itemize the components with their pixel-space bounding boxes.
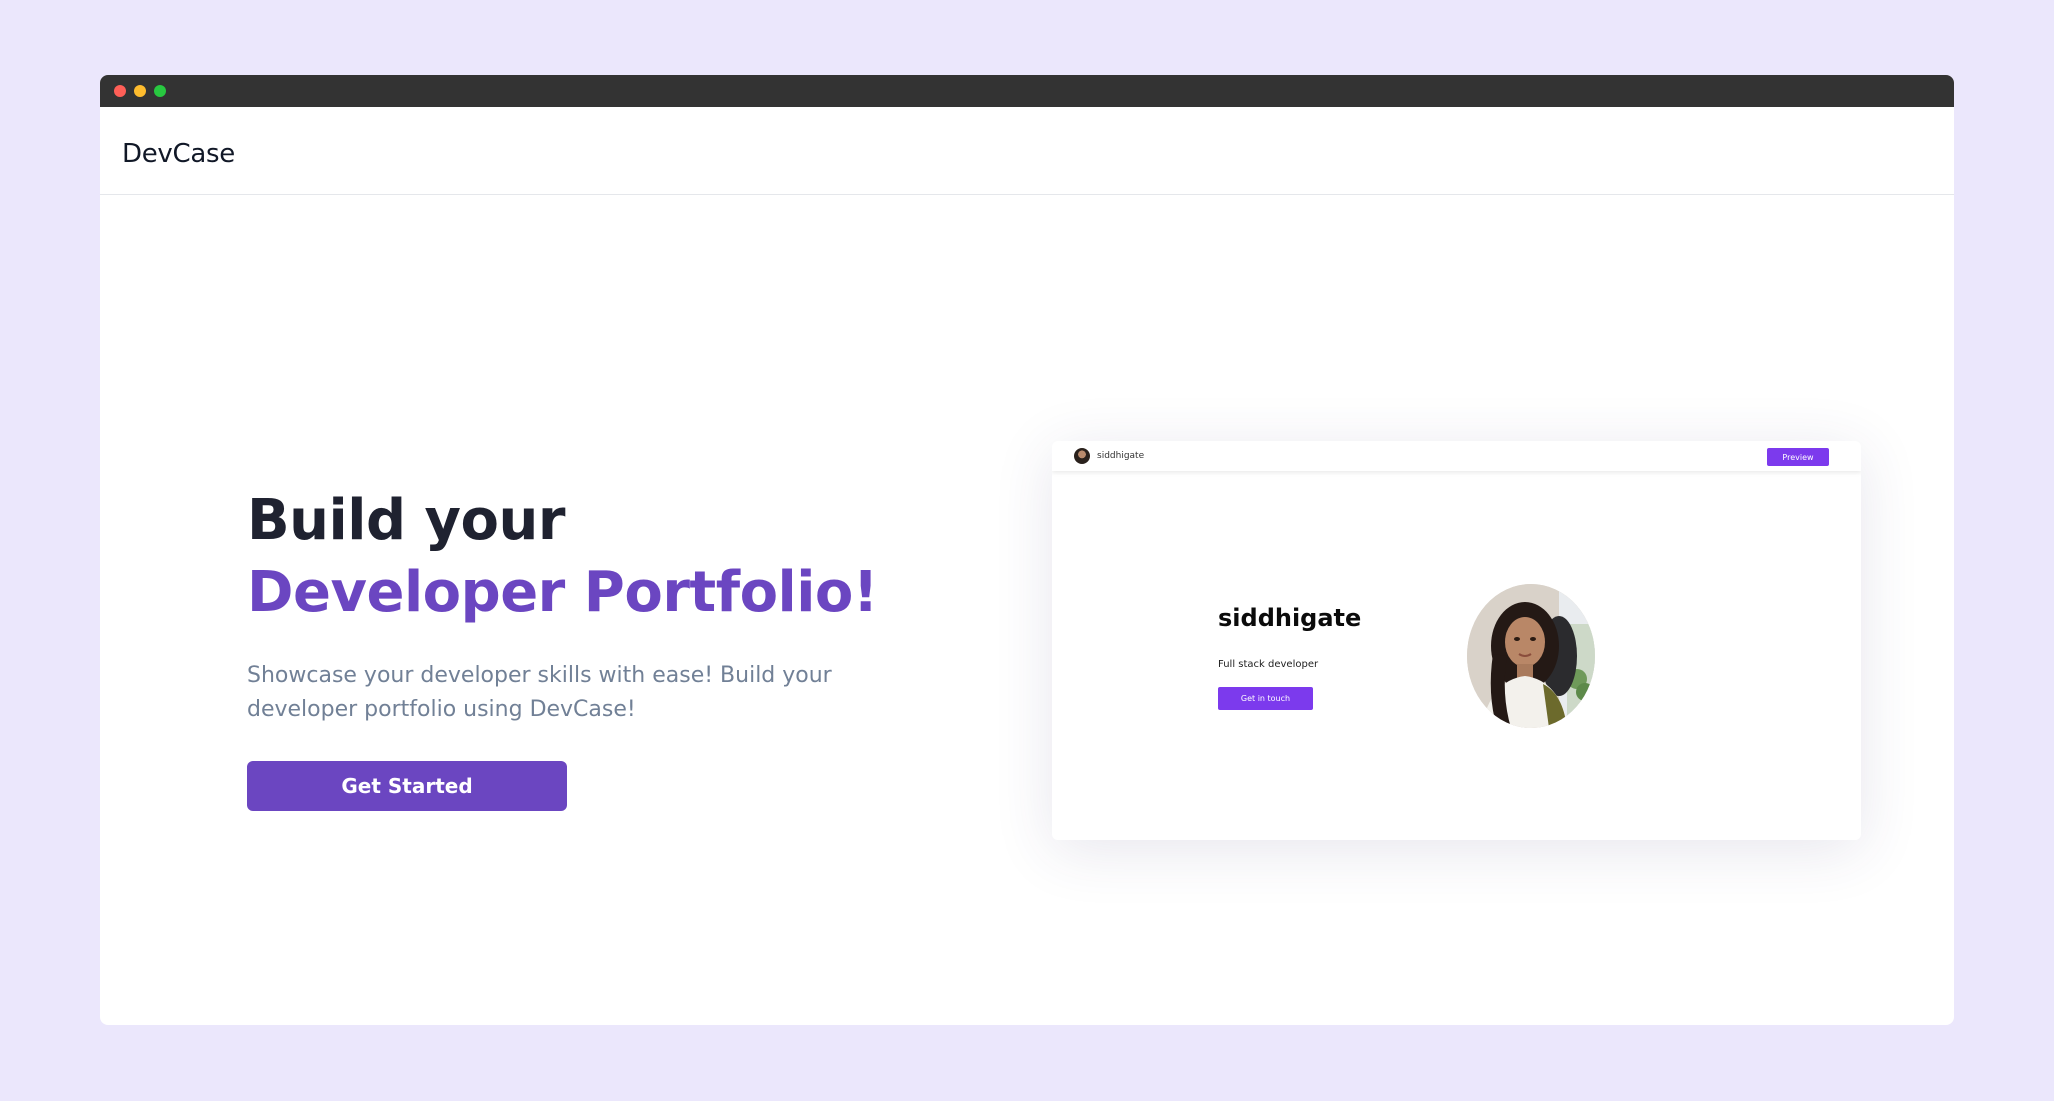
preview-button[interactable]: Preview bbox=[1767, 448, 1829, 466]
portfolio-preview-card: siddhigate Preview siddhigate Full stack… bbox=[1052, 441, 1861, 840]
get-started-button[interactable]: Get Started bbox=[247, 761, 567, 811]
preview-avatar bbox=[1074, 448, 1090, 464]
hero-title-line1: Build your bbox=[247, 488, 565, 553]
profile-photo bbox=[1467, 584, 1595, 728]
preview-nav-username: siddhigate bbox=[1097, 451, 1145, 461]
get-in-touch-button[interactable]: Get in touch bbox=[1218, 687, 1313, 710]
window-titlebar bbox=[100, 75, 1954, 107]
preview-name-heading: siddhigate bbox=[1218, 604, 1362, 632]
close-window-dot[interactable] bbox=[114, 85, 126, 97]
brand-logo[interactable]: DevCase bbox=[122, 139, 235, 169]
maximize-window-dot[interactable] bbox=[154, 85, 166, 97]
preview-role: Full stack developer bbox=[1218, 659, 1319, 670]
top-navbar: DevCase bbox=[100, 107, 1954, 195]
hero-subtitle: Showcase your developer skills with ease… bbox=[247, 663, 832, 722]
preview-navbar: siddhigate Preview bbox=[1052, 441, 1861, 471]
browser-window: DevCase Build your Developer Portfolio! … bbox=[100, 75, 1954, 1025]
hero-section: Build your Developer Portfolio! Showcase… bbox=[247, 485, 947, 811]
profile-photo-illustration bbox=[1467, 584, 1595, 728]
minimize-window-dot[interactable] bbox=[134, 85, 146, 97]
hero-title-line2: Developer Portfolio! bbox=[247, 560, 878, 625]
